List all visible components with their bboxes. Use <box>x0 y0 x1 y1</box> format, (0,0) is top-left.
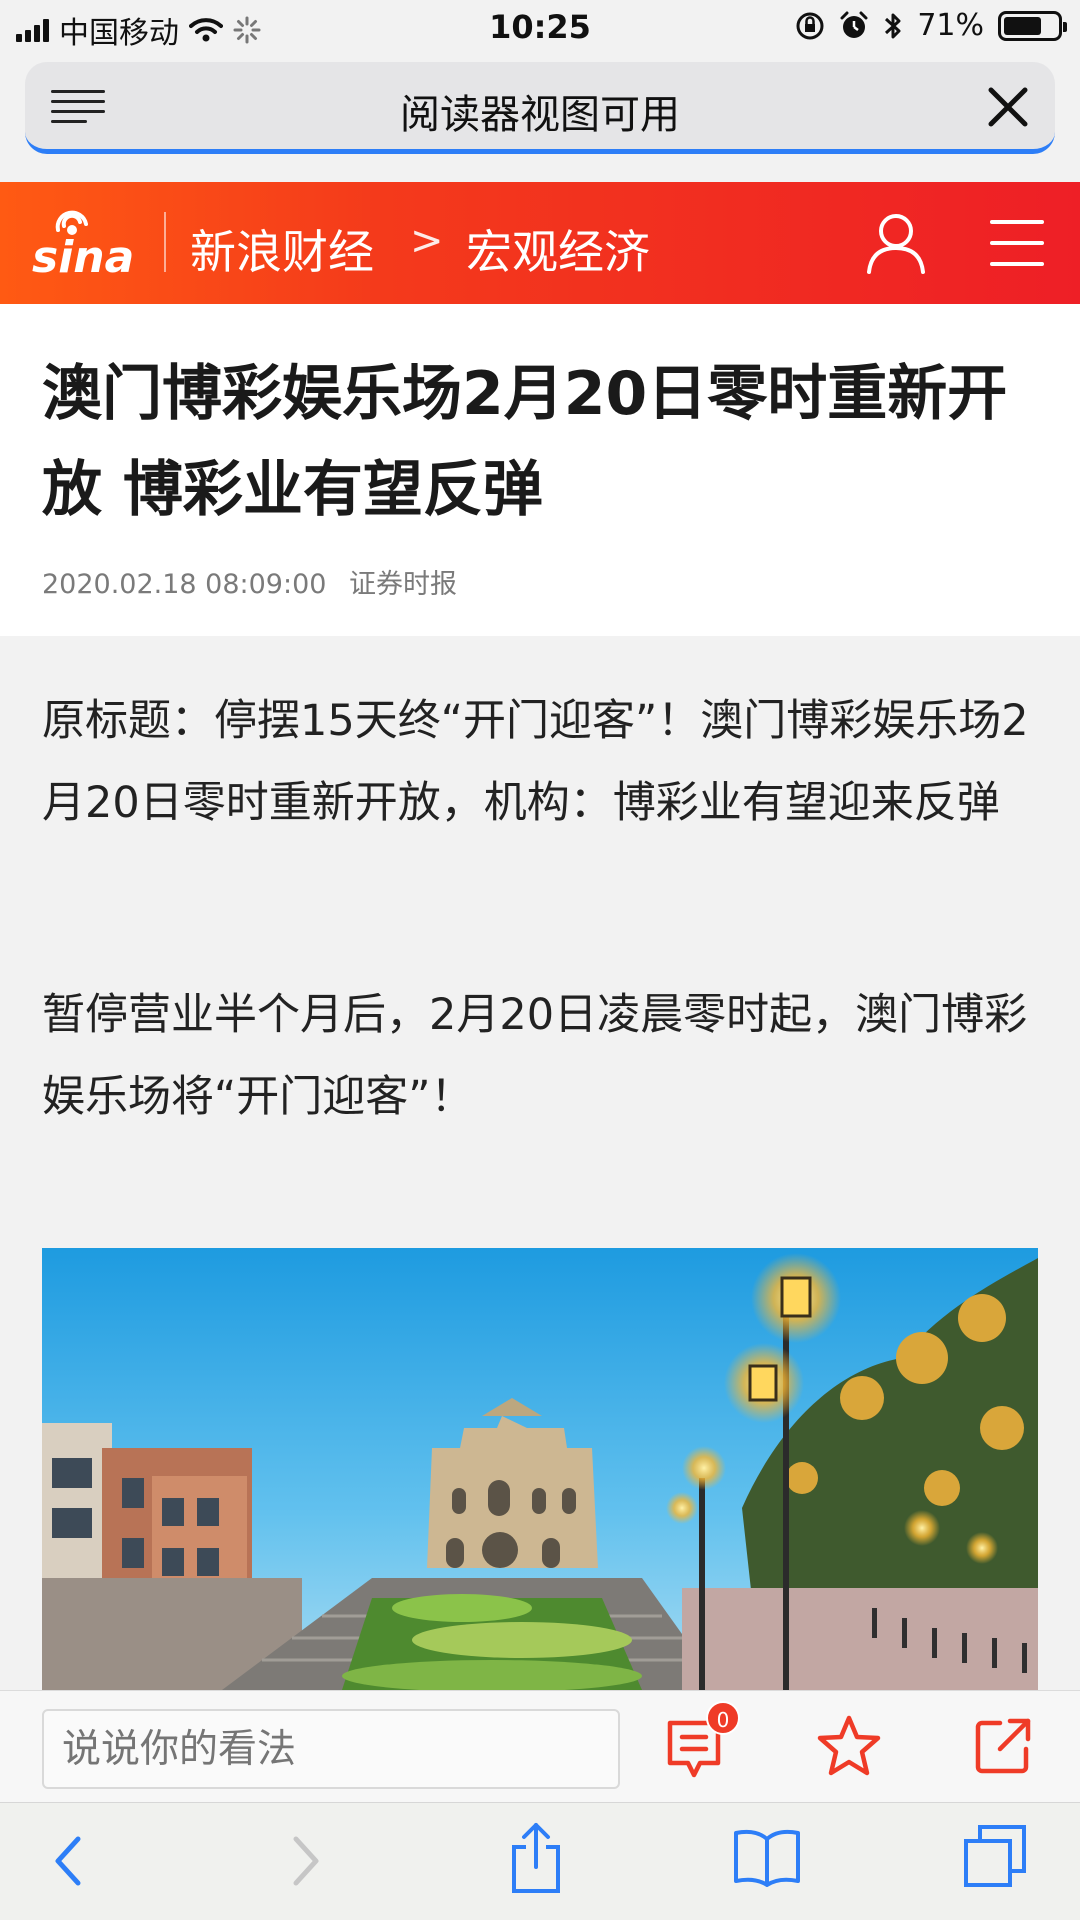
alarm-icon <box>840 11 868 38</box>
chevron-left-icon[interactable] <box>50 1831 84 1891</box>
comment-bar: 0 <box>0 1690 1080 1802</box>
user-icon[interactable] <box>866 212 926 274</box>
article-body: 原标题：停摆15天终“开门迎客”！澳门博彩娱乐场2月20日零时重新开放，机构：博… <box>0 636 1080 1690</box>
bluetooth-icon <box>885 13 901 38</box>
reader-view-title[interactable]: 阅读器视图可用 <box>25 82 1055 140</box>
header-divider <box>164 212 166 272</box>
article-paragraph: 暂停营业半个月后，2月20日凌晨零时起，澳门博彩娱乐场将“开门迎客”！ <box>42 990 1028 1122</box>
status-right: 71% <box>795 8 1067 43</box>
tabs-icon[interactable] <box>962 1823 1028 1889</box>
breadcrumb-category[interactable]: 宏观经济 <box>466 216 650 282</box>
breadcrumb-section[interactable]: 新浪财经 <box>190 216 374 282</box>
safari-share-icon[interactable] <box>508 1821 564 1895</box>
hamburger-menu-icon[interactable] <box>990 218 1044 268</box>
article-header: 澳门博彩娱乐场2月20日零时重新开放 博彩业有望反弹 2020.02.18 08… <box>0 304 1080 636</box>
article-meta: 2020.02.18 08:09:00 证券时报 <box>42 562 457 601</box>
article-title: 澳门博彩娱乐场2月20日零时重新开放 博彩业有望反弹 <box>42 359 1008 525</box>
comment-count-badge: 0 <box>706 1701 740 1735</box>
rotation-lock-icon <box>796 12 824 39</box>
share-icon[interactable] <box>972 1715 1034 1777</box>
reader-view-bar[interactable]: 阅读器视图可用 <box>25 62 1055 154</box>
browser-toolbar <box>0 1802 1080 1920</box>
sina-logo[interactable]: sina <box>28 204 138 284</box>
comment-input[interactable] <box>42 1709 620 1789</box>
book-icon[interactable] <box>732 1827 802 1887</box>
close-icon[interactable] <box>985 84 1031 130</box>
sina-logo-text: sina <box>32 232 134 283</box>
site-header: sina 新浪财经 > 宏观经济 <box>0 182 1080 304</box>
article-photo[interactable] <box>42 1248 1038 1690</box>
battery-level <box>1004 16 1041 35</box>
article-paragraph: 原标题：停摆15天终“开门迎客”！澳门博彩娱乐场2月20日零时重新开放，机构：博… <box>42 696 1029 828</box>
star-icon[interactable] <box>816 1713 882 1779</box>
status-bar: 中国移动 10:25 71% <box>0 0 1080 54</box>
article-source[interactable]: 证券时报 <box>349 569 457 600</box>
battery-icon <box>998 10 1067 41</box>
breadcrumb-separator: > <box>410 218 444 264</box>
battery-percent: 71% <box>917 8 984 43</box>
article-datetime: 2020.02.18 08:09:00 <box>42 569 327 600</box>
chevron-right-icon[interactable] <box>290 1831 324 1891</box>
